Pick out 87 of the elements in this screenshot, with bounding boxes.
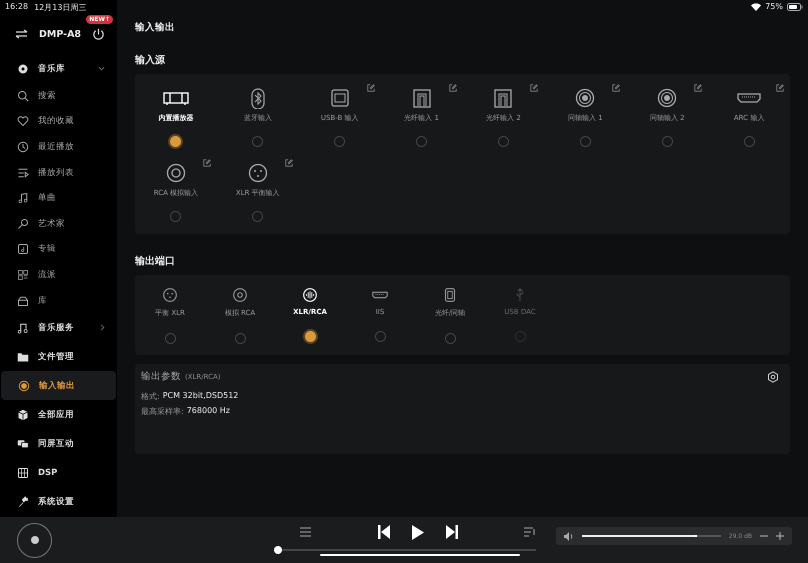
sidebar-icon bbox=[17, 115, 29, 128]
sidebar-icon bbox=[17, 140, 29, 153]
album-art-disc[interactable] bbox=[17, 522, 52, 558]
param-value: PCM 32bit,DSD512 bbox=[162, 391, 238, 402]
sidebar-icon bbox=[17, 408, 29, 421]
edit-icon[interactable] bbox=[448, 84, 456, 92]
battery-icon bbox=[787, 2, 803, 10]
output-port-icon bbox=[231, 286, 249, 304]
sidebar-icon bbox=[17, 166, 29, 179]
sidebar-item[interactable]: 文件管理 bbox=[0, 342, 117, 372]
radio-button[interactable] bbox=[416, 136, 428, 147]
switch-icon[interactable] bbox=[15, 29, 28, 39]
radio-button[interactable] bbox=[252, 211, 264, 222]
sidebar-icon bbox=[17, 496, 29, 508]
plus-icon[interactable] bbox=[776, 532, 784, 540]
output-port-icon bbox=[301, 286, 319, 304]
battery-percent: 75% bbox=[765, 2, 783, 11]
radio-button[interactable] bbox=[164, 333, 176, 344]
playlist-icon[interactable] bbox=[524, 527, 536, 537]
radio-button[interactable] bbox=[304, 331, 316, 342]
sidebar-icon bbox=[17, 243, 29, 256]
sidebar-item[interactable]: 艺术家 bbox=[0, 210, 117, 237]
status-time: 16:28 bbox=[5, 2, 28, 13]
sidebar-item[interactable]: 输入输出 bbox=[1, 371, 116, 400]
edit-icon[interactable] bbox=[366, 84, 375, 92]
sidebar-icon bbox=[17, 90, 29, 102]
radio-button[interactable] bbox=[170, 211, 182, 222]
progress-thumb[interactable] bbox=[274, 546, 282, 554]
radio-button[interactable] bbox=[170, 136, 182, 147]
sidebar-icon bbox=[18, 380, 30, 392]
sidebar-icon bbox=[17, 466, 29, 479]
sidebar-item[interactable]: 系统设置 bbox=[0, 487, 117, 516]
page-title: 输入输出 bbox=[135, 21, 176, 33]
sidebar-icon bbox=[17, 438, 29, 450]
sidebar-item[interactable]: 播放列表 bbox=[0, 160, 117, 186]
params-title: 输出参数 bbox=[141, 370, 181, 383]
section-heading: 输出端口 bbox=[135, 254, 176, 266]
section-heading: 输入源 bbox=[135, 54, 166, 65]
settings-icon[interactable] bbox=[767, 370, 779, 382]
sidebar-icon bbox=[17, 62, 29, 74]
edit-icon[interactable] bbox=[612, 84, 620, 92]
sidebar-item[interactable]: 搜索 bbox=[0, 83, 117, 109]
sidebar-item[interactable]: 流派 bbox=[0, 262, 117, 288]
radio-button[interactable] bbox=[444, 333, 456, 344]
sidebar-item[interactable]: 我的收藏 bbox=[0, 108, 117, 134]
radio-button[interactable] bbox=[662, 136, 673, 147]
status-date: 12月13日周三 bbox=[34, 2, 86, 14]
sidebar-item[interactable]: 音乐服务 bbox=[0, 313, 117, 342]
wifi-icon bbox=[751, 2, 762, 10]
param-label: 最高采样率: bbox=[141, 406, 184, 417]
radio-button[interactable] bbox=[744, 136, 755, 147]
radio-button[interactable] bbox=[234, 333, 246, 344]
edit-icon[interactable] bbox=[284, 159, 293, 167]
param-label: 格式: bbox=[141, 391, 160, 402]
radio-button[interactable] bbox=[334, 136, 346, 147]
sidebar-item[interactable]: 同屏互动 bbox=[0, 429, 117, 458]
speaker-icon[interactable] bbox=[564, 532, 574, 540]
sidebar-item[interactable]: 专辑 bbox=[0, 236, 117, 262]
sidebar-item[interactable]: 库 bbox=[0, 288, 117, 314]
queue-icon[interactable] bbox=[300, 527, 311, 537]
minus-icon[interactable] bbox=[760, 535, 768, 537]
param-value: 768000 Hz bbox=[186, 406, 230, 417]
output-port-icon bbox=[161, 286, 179, 304]
edit-icon[interactable] bbox=[776, 84, 784, 92]
sidebar-item[interactable]: 单曲 bbox=[0, 185, 117, 211]
device-name: DMP-A8 bbox=[39, 28, 82, 40]
edit-icon[interactable] bbox=[694, 84, 702, 92]
sidebar-icon bbox=[17, 294, 29, 307]
sidebar-icon bbox=[17, 268, 29, 281]
edit-icon[interactable] bbox=[530, 84, 538, 92]
next-icon[interactable] bbox=[446, 525, 458, 539]
sidebar-item[interactable]: DSP bbox=[0, 458, 117, 488]
sidebar-icon bbox=[17, 192, 29, 204]
radio-button[interactable] bbox=[498, 136, 509, 147]
radio-button[interactable] bbox=[252, 136, 264, 147]
sidebar-icon bbox=[17, 322, 29, 334]
radio-button[interactable] bbox=[580, 136, 591, 147]
sidebar-item[interactable]: 最近播放 bbox=[0, 134, 117, 160]
sidebar-icon bbox=[17, 350, 29, 363]
power-icon[interactable] bbox=[92, 28, 105, 40]
previous-icon[interactable] bbox=[378, 525, 390, 539]
sidebar-item[interactable]: 全部应用 bbox=[0, 400, 117, 430]
sidebar-icon bbox=[17, 218, 29, 230]
play-icon[interactable] bbox=[412, 524, 424, 540]
radio-button[interactable] bbox=[374, 331, 386, 342]
sidebar-item[interactable]: 音乐库 bbox=[0, 54, 117, 83]
edit-icon[interactable] bbox=[202, 159, 211, 167]
